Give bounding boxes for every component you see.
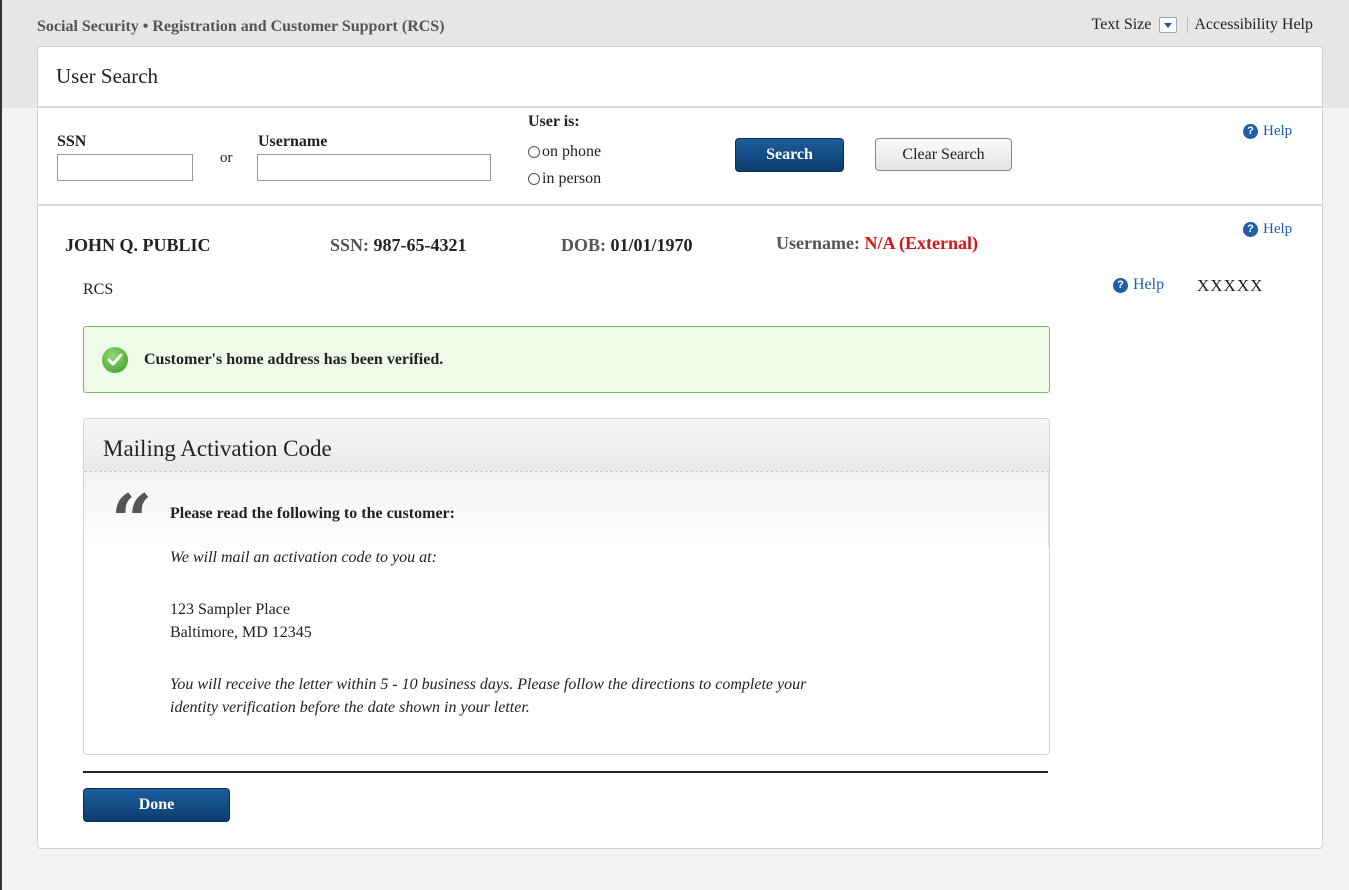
help-label: Help bbox=[1133, 276, 1165, 293]
or-label: or bbox=[220, 150, 233, 166]
divider bbox=[1187, 17, 1189, 33]
radio-on-phone[interactable]: on phone bbox=[528, 143, 601, 161]
panel-title: Mailing Activation Code bbox=[103, 436, 332, 461]
username-label: Username bbox=[258, 133, 328, 150]
ssn-input[interactable] bbox=[57, 154, 193, 181]
success-alert: Customer's home address has been verifie… bbox=[83, 326, 1050, 393]
read-instruction: Please read the following to the custome… bbox=[170, 505, 455, 522]
divider bbox=[38, 204, 1322, 206]
radio-on-phone-label: on phone bbox=[542, 143, 602, 160]
search-help-link[interactable]: ? Help bbox=[1243, 123, 1292, 140]
help-icon: ? bbox=[1113, 277, 1128, 293]
quote-icon: “ bbox=[111, 478, 153, 563]
customer-dob: DOB: 01/01/1970 bbox=[561, 235, 693, 256]
radio-in-person-label: in person bbox=[542, 170, 602, 187]
username-field-label: Username: bbox=[776, 233, 860, 253]
section-code: XXXXX bbox=[1197, 276, 1264, 295]
radio-in-person-circle[interactable] bbox=[528, 173, 540, 185]
text-size-dropdown-icon[interactable] bbox=[1159, 17, 1178, 33]
script-line-2b: identity verification before the date sh… bbox=[170, 699, 530, 716]
search-button[interactable]: Search bbox=[735, 138, 844, 172]
user-is-label: User is: bbox=[528, 113, 580, 130]
accessibility-help-link[interactable]: Accessibility Help bbox=[1194, 16, 1313, 34]
success-message: Customer's home address has been verifie… bbox=[144, 350, 444, 368]
customer-username: Username: N/A (External) bbox=[776, 233, 978, 254]
section-label: RCS bbox=[83, 281, 114, 298]
ssn-field-label: SSN: bbox=[330, 235, 370, 255]
customer-help-link[interactable]: ? Help bbox=[1243, 221, 1292, 238]
ssn-field-value: 987-65-4321 bbox=[373, 235, 467, 255]
address-line-1: 123 Sampler Place bbox=[170, 601, 290, 618]
script-line-2a: You will receive the letter within 5 - 1… bbox=[170, 676, 807, 693]
top-right-tools: Text Size Accessibility Help bbox=[1092, 16, 1313, 34]
ssn-label: SSN bbox=[57, 133, 87, 150]
help-label: Help bbox=[1263, 123, 1293, 139]
text-size-label: Text Size bbox=[1091, 16, 1152, 33]
done-button[interactable]: Done bbox=[83, 788, 230, 822]
section-help-link[interactable]: ? Help bbox=[1113, 276, 1164, 294]
radio-in-person[interactable]: in person bbox=[528, 170, 601, 188]
clear-search-button[interactable]: Clear Search bbox=[875, 138, 1012, 171]
username-field-value: N/A (External) bbox=[864, 233, 978, 253]
script-line-1: We will mail an activation code to you a… bbox=[170, 549, 437, 566]
page-title: User Search bbox=[56, 64, 159, 88]
username-input[interactable] bbox=[257, 154, 491, 181]
help-icon: ? bbox=[1243, 124, 1258, 139]
dob-field-value: 01/01/1970 bbox=[610, 235, 693, 255]
mailing-activation-panel: Mailing Activation Code “ Please read th… bbox=[83, 418, 1050, 755]
help-label: Help bbox=[1263, 221, 1293, 237]
customer-ssn: SSN: 987-65-4321 bbox=[330, 235, 467, 256]
brand-title: Social Security • Registration and Custo… bbox=[37, 18, 445, 35]
divider bbox=[38, 106, 1322, 108]
dob-field-label: DOB: bbox=[561, 235, 606, 255]
customer-name: JOHN Q. PUBLIC bbox=[65, 235, 211, 255]
divider bbox=[83, 771, 1048, 773]
help-icon: ? bbox=[1243, 222, 1258, 237]
address-line-2: Baltimore, MD 12345 bbox=[170, 624, 312, 641]
radio-on-phone-circle[interactable] bbox=[528, 146, 540, 158]
user-search-card: User Search SSN or Username User is: on … bbox=[37, 46, 1323, 849]
check-circle-icon bbox=[102, 346, 128, 373]
